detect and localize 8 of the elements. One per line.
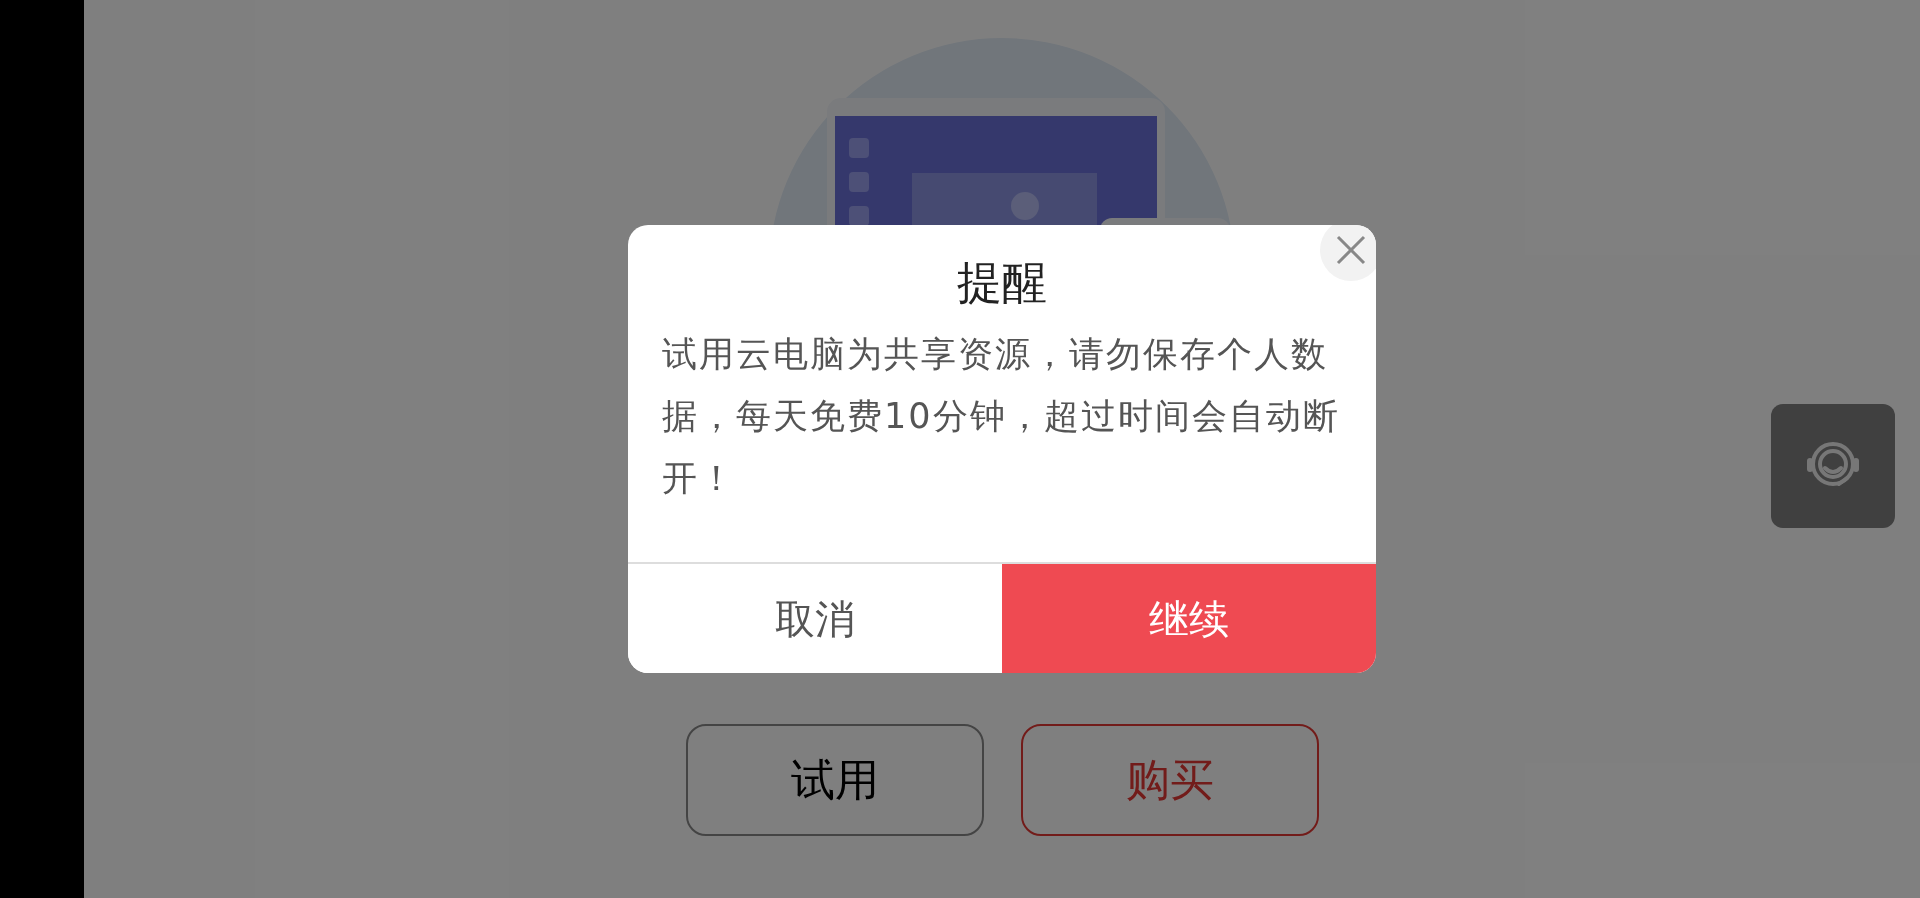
close-button[interactable] [1320,225,1376,281]
trial-button[interactable]: 试用 [685,724,984,836]
continue-button[interactable]: 继续 [1002,564,1376,673]
buy-button[interactable]: 购买 [1020,724,1319,836]
customer-service-button[interactable] [1771,404,1895,528]
dialog-message: 试用云电脑为共享资源，请勿保存个人数据，每天免费10分钟，超过时间会自动断开！ [662,333,1341,500]
dialog-title: 提醒 [957,255,1047,311]
close-icon [1336,235,1366,265]
